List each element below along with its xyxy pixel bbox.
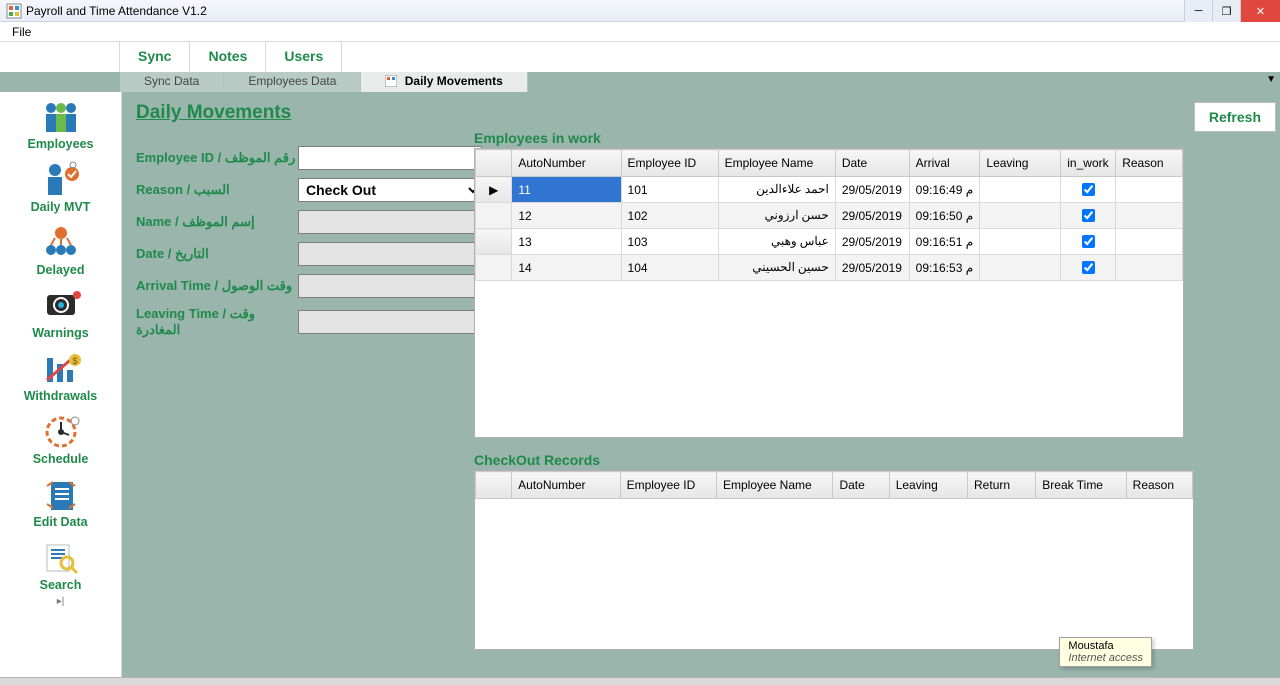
name-field xyxy=(298,210,482,234)
sidebar-item-edit-data[interactable]: Edit Data xyxy=(0,470,121,533)
checkout-grid[interactable]: AutoNumberEmployee IDEmployee NameDateLe… xyxy=(474,470,1194,650)
in-work-checkbox[interactable] xyxy=(1082,209,1095,222)
menubar: File xyxy=(0,22,1280,42)
reason-label: Reason / السبب xyxy=(136,182,298,198)
sidebar-item-label: Edit Data xyxy=(33,515,87,529)
in-work-checkbox[interactable] xyxy=(1082,183,1095,196)
schedule-icon xyxy=(37,413,85,451)
employees-icon xyxy=(37,98,85,136)
column-header[interactable]: AutoNumber xyxy=(512,472,620,499)
tab-label: Sync Data xyxy=(144,74,199,88)
column-header[interactable]: Arrival xyxy=(909,150,980,177)
leaving-label: Leaving Time / وقت المغادرة xyxy=(136,306,298,338)
search-icon xyxy=(37,539,85,577)
sidebar-item-label: Delayed xyxy=(37,263,85,277)
column-header[interactable]: Date xyxy=(833,472,889,499)
table-row[interactable]: ▶11101احمد علاءالدين29/05/2019م 09:16:49 xyxy=(476,177,1183,203)
close-button[interactable]: ✕ xyxy=(1240,0,1280,22)
titlebar: Payroll and Time Attendance V1.2 ─ ❐ ✕ xyxy=(0,0,1280,22)
sidebar-item-label: Employees xyxy=(27,137,93,151)
column-header[interactable] xyxy=(476,150,512,177)
form-panel: Employee ID / رقم الموظف Reason / السبب … xyxy=(136,146,482,346)
sidebar-item-employees[interactable]: Employees xyxy=(0,92,121,155)
sidebar-item-label: Daily MVT xyxy=(31,200,91,214)
menu-file[interactable]: File xyxy=(6,23,37,41)
sidebar-item-search[interactable]: Search xyxy=(0,533,121,596)
in-work-checkbox[interactable] xyxy=(1082,261,1095,274)
column-header[interactable] xyxy=(476,472,512,499)
form-icon xyxy=(385,75,397,87)
column-header[interactable]: Reason xyxy=(1116,150,1183,177)
date-label: Date / التاريخ xyxy=(136,246,298,262)
sidebar-item-warnings[interactable]: Warnings xyxy=(0,281,121,344)
column-header[interactable]: Return xyxy=(968,472,1036,499)
sidebar-item-label: Warnings xyxy=(32,326,88,340)
sidebar-item-withdrawals[interactable]: $ Withdrawals xyxy=(0,344,121,407)
app-icon xyxy=(6,3,22,19)
sidebar-item-schedule[interactable]: Schedule xyxy=(0,407,121,470)
column-header[interactable]: Leaving xyxy=(980,150,1061,177)
date-field xyxy=(298,242,482,266)
arrival-label: Arrival Time / وقت الوصول xyxy=(136,278,298,294)
toolbar-users[interactable]: Users xyxy=(265,42,342,72)
arrival-field xyxy=(298,274,482,298)
sidebar-item-label: Schedule xyxy=(33,452,89,466)
daily-mvt-icon xyxy=(37,161,85,199)
tab-employees-data[interactable]: Employees Data xyxy=(224,72,361,92)
column-header[interactable]: Break Time xyxy=(1036,472,1126,499)
refresh-button[interactable]: Refresh xyxy=(1194,102,1276,132)
sidebar-item-label: Withdrawals xyxy=(24,389,98,403)
in-work-checkbox[interactable] xyxy=(1082,235,1095,248)
leaving-field xyxy=(298,310,482,334)
tabs-dropdown-icon[interactable]: ▼ xyxy=(1266,74,1276,85)
column-header[interactable]: AutoNumber xyxy=(512,150,621,177)
table-row[interactable]: 14104حسين الحسيني29/05/2019م 09:16:53 xyxy=(476,255,1183,281)
toolbar-notes[interactable]: Notes xyxy=(189,42,266,72)
warnings-icon xyxy=(37,287,85,325)
delayed-icon xyxy=(37,224,85,262)
employee-id-label: Employee ID / رقم الموظف xyxy=(136,150,298,166)
tab-label: Daily Movements xyxy=(405,74,503,88)
toolbar-sync[interactable]: Sync xyxy=(119,42,190,72)
column-header[interactable]: Employee Name xyxy=(718,150,835,177)
toolbar: Sync Notes Users xyxy=(0,42,1280,72)
withdrawals-icon: $ xyxy=(37,350,85,388)
edit-data-icon xyxy=(37,476,85,514)
checkout-records-title: CheckOut Records xyxy=(474,452,600,468)
employee-id-input[interactable] xyxy=(298,146,482,170)
restore-button[interactable]: ❐ xyxy=(1212,0,1240,22)
tooltip-line1: Moustafa xyxy=(1068,640,1143,652)
employees-grid[interactable]: AutoNumberEmployee IDEmployee NameDateAr… xyxy=(474,148,1184,438)
sidebar-item-label: Search xyxy=(40,578,82,592)
network-tooltip: Moustafa Internet access xyxy=(1059,637,1152,667)
table-row[interactable]: 12102حسن ارزوني29/05/2019م 09:16:50 xyxy=(476,203,1183,229)
column-header[interactable]: Employee ID xyxy=(620,472,716,499)
tab-daily-movements[interactable]: Daily Movements xyxy=(361,72,527,92)
name-label: Name / إسم الموظف xyxy=(136,214,298,230)
sidebar: Employees Daily MVT Delayed Warnings $ W… xyxy=(0,92,122,677)
tab-sync-data[interactable]: Sync Data xyxy=(120,72,224,92)
sidebar-scroll-icon[interactable]: ▸| xyxy=(0,596,121,607)
column-header[interactable]: in_work xyxy=(1061,150,1116,177)
tabstrip: Sync Data Employees Data Daily Movements… xyxy=(0,72,1280,92)
reason-select[interactable]: Check Out xyxy=(298,178,482,202)
tooltip-line2: Internet access xyxy=(1068,652,1143,664)
statusbar xyxy=(0,677,1280,685)
column-header[interactable]: Employee ID xyxy=(621,150,718,177)
column-header[interactable]: Leaving xyxy=(889,472,967,499)
svg-text:$: $ xyxy=(72,356,77,366)
sidebar-item-daily-mvt[interactable]: Daily MVT xyxy=(0,155,121,218)
tab-label: Employees Data xyxy=(248,74,336,88)
sidebar-item-delayed[interactable]: Delayed xyxy=(0,218,121,281)
minimize-button[interactable]: ─ xyxy=(1184,0,1212,22)
column-header[interactable]: Reason xyxy=(1126,472,1192,499)
content-panel: Daily Movements Refresh Employee ID / رق… xyxy=(122,92,1280,677)
window-title: Payroll and Time Attendance V1.2 xyxy=(26,4,207,18)
column-header[interactable]: Date xyxy=(835,150,909,177)
employees-in-work-title: Employees in work xyxy=(474,130,601,146)
column-header[interactable]: Employee Name xyxy=(716,472,832,499)
table-row[interactable]: 13103عباس وهبي29/05/2019م 09:16:51 xyxy=(476,229,1183,255)
page-title: Daily Movements xyxy=(136,102,291,124)
